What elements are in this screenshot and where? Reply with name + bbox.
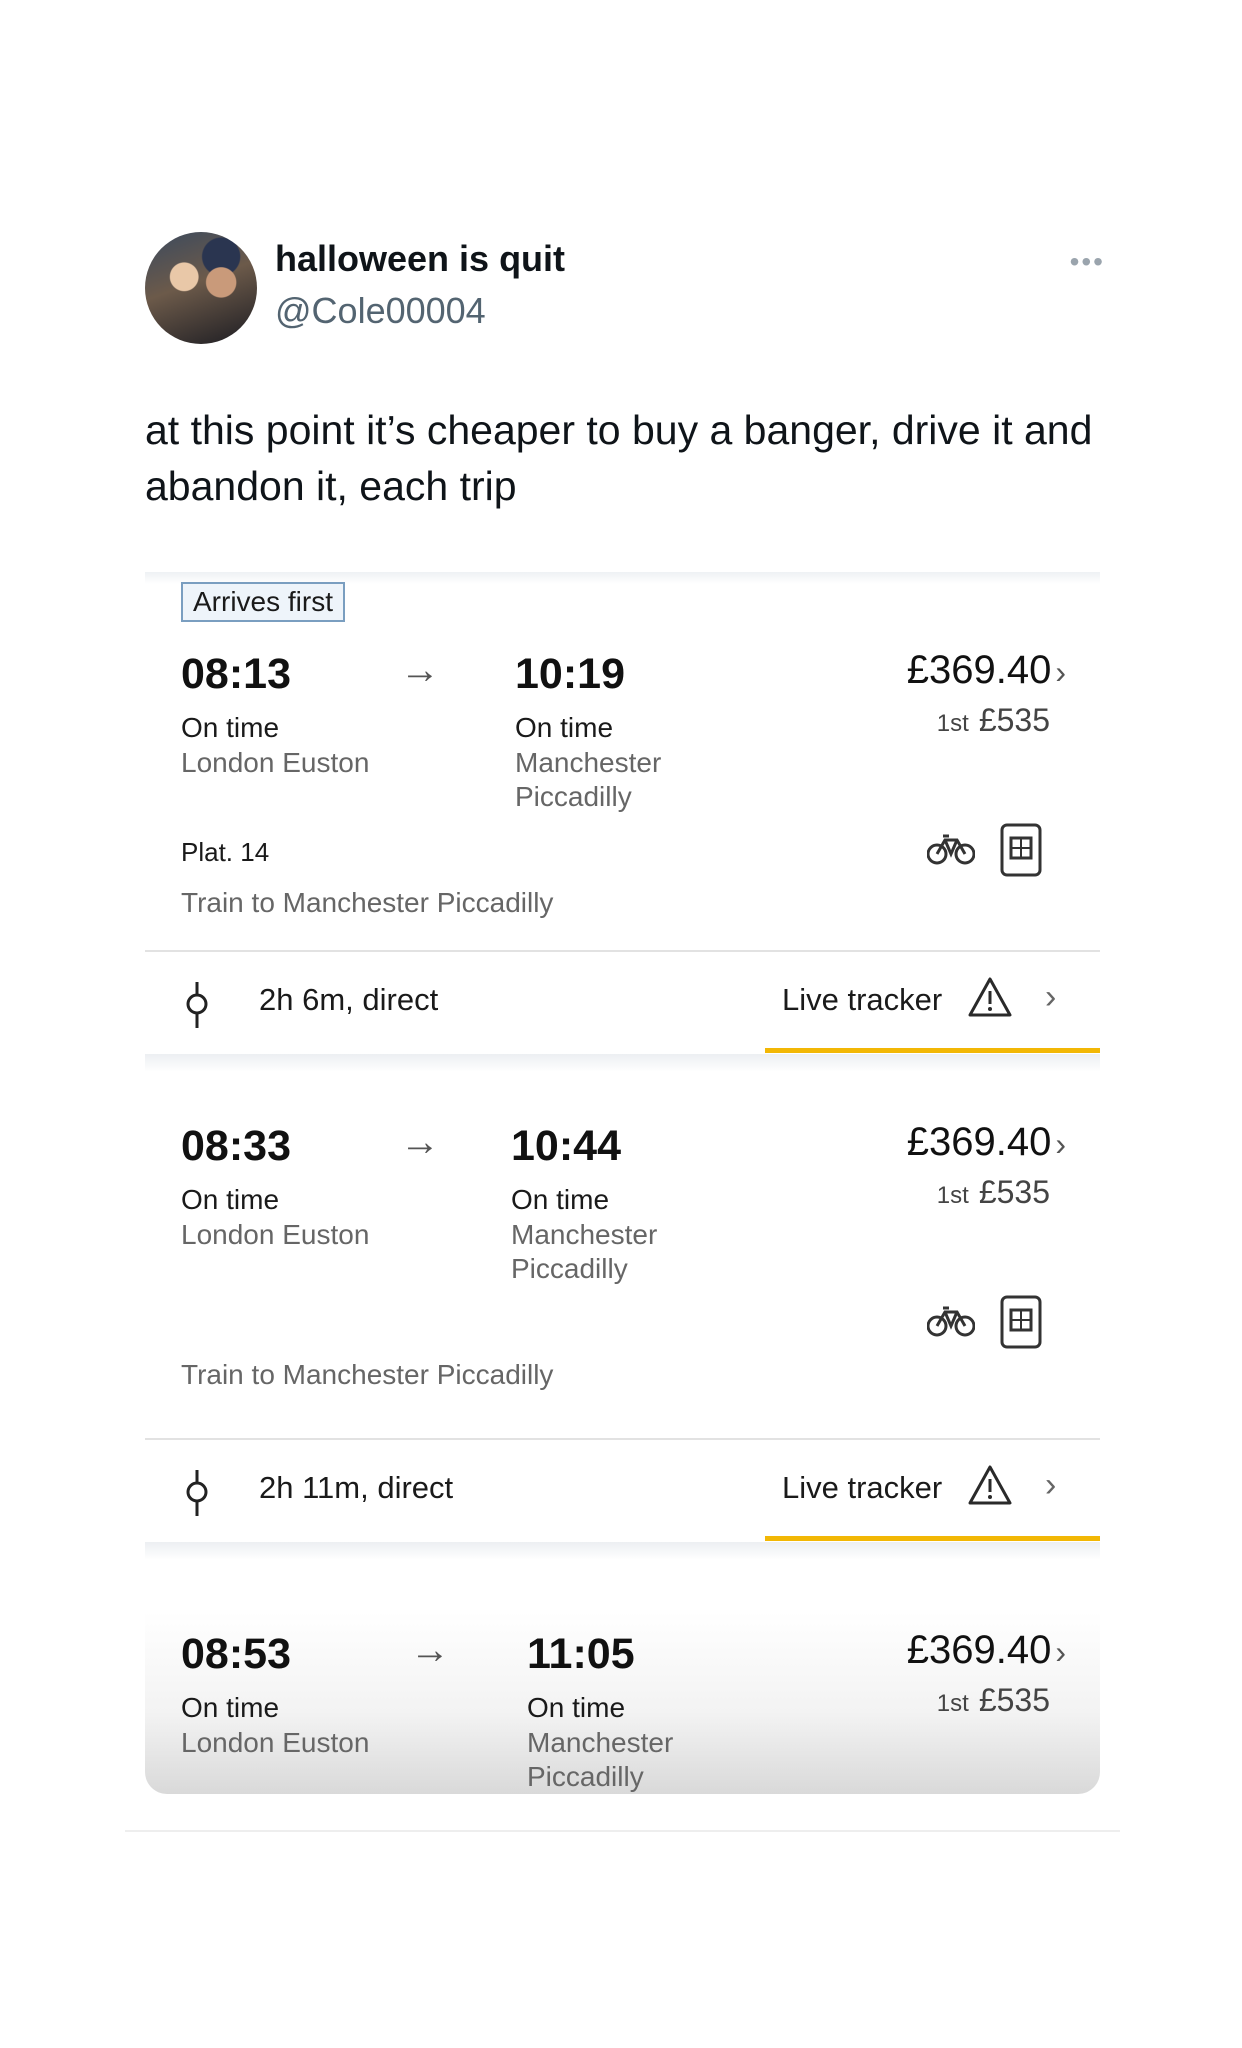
arrow-icon: → [410, 1628, 450, 1672]
standard-price[interactable]: £369.40 › [907, 1120, 1066, 1165]
first-class-tag: 1st [936, 710, 969, 737]
chevron-right-icon[interactable]: › [1045, 978, 1056, 1017]
first-class-tag: 1st [936, 1182, 969, 1209]
platform-number: Plat. 14 [181, 837, 270, 867]
train-destination: Train to Manchester Piccadilly [181, 887, 554, 918]
train-results: Arrives first 08:13 → 10:19 On time Lond… [145, 572, 1100, 1794]
journey-duration: 2h 11m, direct [259, 1470, 454, 1505]
first-class-value: £535 [978, 1174, 1050, 1210]
arrive-status: On time [511, 1184, 610, 1215]
journey-footer[interactable]: 2h 11m, direct Live tracker › [145, 1440, 1100, 1541]
bike-icon [927, 1306, 975, 1337]
price-value: £369.40 [906, 648, 1052, 692]
display-name[interactable]: halloween is quit [275, 238, 565, 280]
depart-station: London Euston [181, 1219, 370, 1250]
seat-reservation-icon [1000, 1295, 1042, 1349]
arrives-first-badge: Arrives first [181, 582, 345, 622]
chevron-right-icon: › [1055, 1634, 1066, 1670]
arrive-station-line2: Piccadilly [515, 781, 632, 812]
chevron-right-icon: › [1055, 1126, 1066, 1162]
arrive-station-line2: Piccadilly [511, 1253, 628, 1284]
arrive-station-line1: Manchester [511, 1219, 658, 1250]
more-icon[interactable]: ••• [1070, 246, 1105, 278]
arrive-status: On time [527, 1692, 626, 1723]
warning-icon [968, 1465, 1012, 1505]
stop-marker-icon [186, 1470, 208, 1516]
arrive-time: 10:19 [515, 650, 625, 698]
arrive-station-line1: Manchester [515, 747, 662, 778]
chevron-right-icon: › [1055, 654, 1066, 690]
depart-station: London Euston [181, 1727, 370, 1758]
arrive-status: On time [515, 712, 614, 743]
price-value: £369.40 [906, 1120, 1052, 1164]
arrow-icon: → [400, 1120, 440, 1164]
live-tracker-underline [765, 1048, 1100, 1053]
first-class-price: 1st £535 [937, 1174, 1050, 1211]
tweet-header: halloween is quit @Cole00004 ••• [145, 232, 1105, 347]
first-class-price: 1st £535 [937, 1682, 1050, 1719]
user-handle[interactable]: @Cole00004 [275, 290, 486, 332]
standard-price[interactable]: £369.40 › [907, 648, 1066, 693]
first-class-value: £535 [978, 1682, 1050, 1718]
arrive-station-line1: Manchester [527, 1727, 674, 1758]
journey-footer[interactable]: 2h 6m, direct Live tracker › [145, 952, 1100, 1053]
journey-duration: 2h 6m, direct [259, 982, 439, 1017]
depart-time: 08:13 [181, 650, 291, 698]
arrive-station-line2: Piccadilly [527, 1761, 644, 1792]
first-class-price: 1st £535 [937, 702, 1050, 739]
bike-icon [927, 834, 975, 865]
live-tracker-underline [765, 1536, 1100, 1541]
depart-time: 08:33 [181, 1122, 291, 1170]
chevron-right-icon[interactable]: › [1045, 1466, 1056, 1505]
avatar[interactable] [145, 232, 257, 344]
depart-status: On time [181, 712, 280, 743]
depart-status: On time [181, 1184, 280, 1215]
warning-icon [968, 977, 1012, 1017]
journey-card[interactable]: 08:53 → 11:05 On time London Euston On t… [145, 1612, 1100, 1794]
card-separator [145, 1542, 1100, 1560]
stop-marker-icon [186, 982, 208, 1028]
depart-status: On time [181, 1692, 280, 1723]
first-class-value: £535 [978, 702, 1050, 738]
live-tracker-label[interactable]: Live tracker [782, 1470, 942, 1506]
depart-station: London Euston [181, 747, 370, 778]
standard-price[interactable]: £369.40 › [907, 1628, 1066, 1673]
depart-time: 08:53 [181, 1630, 291, 1678]
tweet-text: at this point it’s cheaper to buy a bang… [145, 407, 1093, 509]
arrive-time: 10:44 [511, 1122, 621, 1170]
arrive-time: 11:05 [527, 1630, 635, 1678]
seat-reservation-icon [1000, 823, 1042, 877]
tweet-divider [125, 1830, 1120, 1832]
first-class-tag: 1st [936, 1690, 969, 1717]
live-tracker-label[interactable]: Live tracker [782, 982, 942, 1018]
arrow-icon: → [400, 648, 440, 692]
train-destination: Train to Manchester Piccadilly [181, 1359, 554, 1390]
price-value: £369.40 [906, 1628, 1052, 1672]
